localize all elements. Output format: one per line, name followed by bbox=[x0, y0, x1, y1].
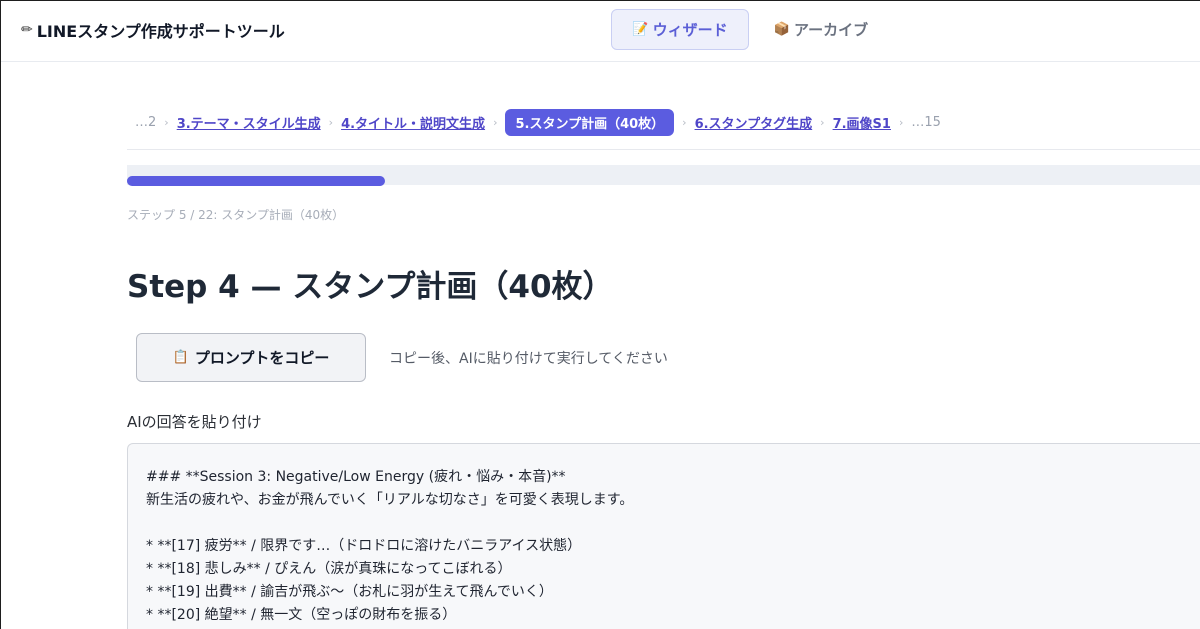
chevron-right-icon: › bbox=[820, 115, 825, 129]
chevron-right-icon: › bbox=[682, 115, 687, 129]
nav-wizard-label: ウィザード bbox=[652, 21, 728, 39]
breadcrumb-step-7[interactable]: 7.画像S1 bbox=[833, 113, 891, 132]
answer-field-label: AIの回答を貼り付け bbox=[127, 413, 262, 431]
top-bar: ✏ LINEスタンプ作成サポートツール 📝 ウィザード 📦 アーカイブ bbox=[1, 1, 1200, 62]
pencil-icon: ✏ bbox=[21, 22, 33, 38]
progress-fill bbox=[127, 176, 385, 186]
answer-line bbox=[146, 512, 1198, 535]
chevron-right-icon: › bbox=[493, 115, 498, 129]
app-title: ✏ LINEスタンプ作成サポートツール bbox=[21, 18, 285, 42]
package-icon: 📦 bbox=[773, 22, 791, 37]
nav-archive-label: アーカイブ bbox=[794, 21, 869, 39]
breadcrumb-step-6[interactable]: 6.スタンプタグ生成 bbox=[695, 113, 813, 132]
copy-hint-text: コピー後、AIに貼り付けて実行してください bbox=[389, 351, 668, 367]
answer-line: * **[18] 悲しみ** / ぴえん（涙が真珠になってこぼれる） bbox=[146, 561, 512, 577]
memo-icon: 📝 bbox=[632, 22, 649, 37]
breadcrumb-ellipsis-end: …15 bbox=[911, 114, 941, 130]
clipboard-icon: 📋 bbox=[172, 350, 189, 365]
chevron-right-icon: › bbox=[164, 115, 169, 129]
answer-line: 新生活の疲れや、お金が飛んでいく「リアルな切なさ」を可愛く表現します。 bbox=[146, 492, 634, 508]
app-window: ✏ LINEスタンプ作成サポートツール 📝 ウィザード 📦 アーカイブ …2 ›… bbox=[0, 0, 1200, 629]
nav-wizard-button[interactable]: 📝 ウィザード bbox=[611, 9, 749, 50]
breadcrumb-step-3[interactable]: 3.テーマ・スタイル生成 bbox=[177, 113, 321, 132]
nav-archive-button[interactable]: 📦 アーカイブ bbox=[761, 9, 881, 50]
answer-line: ### **Session 3: Negative/Low Energy (疲れ… bbox=[146, 469, 566, 485]
app-title-text: LINEスタンプ作成サポートツール bbox=[36, 22, 285, 41]
answer-line: * **[20] 絶望** / 無一文（空っぽの財布を振る） bbox=[146, 607, 457, 623]
answer-textarea[interactable]: ### **Session 3: Negative/Low Energy (疲れ… bbox=[127, 443, 1200, 629]
chevron-right-icon: › bbox=[898, 115, 904, 129]
answer-line: * **[19] 出費** / 諭吉が飛ぶ〜（お札に羽が生えて飛んでいく） bbox=[146, 584, 553, 600]
answer-line: * **[17] 疲労** / 限界です…（ドロドロに溶けたバニラアイス状態） bbox=[146, 538, 582, 554]
breadcrumb-ellipsis-start: …2 bbox=[135, 114, 157, 130]
breadcrumb-step-5-current[interactable]: 5.スタンプ計画（40枚） bbox=[505, 108, 675, 136]
page-title: Step 4 — スタンプ計画（40枚） bbox=[127, 269, 614, 305]
divider bbox=[127, 149, 1200, 150]
copy-prompt-button[interactable]: 📋 プロンプトをコピー bbox=[136, 333, 366, 382]
step-breadcrumb: …2 › 3.テーマ・スタイル生成 › 4.タイトル・説明文生成 › 5.スタン… bbox=[135, 108, 941, 136]
chevron-right-icon: › bbox=[328, 115, 334, 129]
breadcrumb-step-4[interactable]: 4.タイトル・説明文生成 bbox=[341, 113, 485, 132]
copy-prompt-label: プロンプトをコピー bbox=[194, 349, 330, 367]
step-counter-label: ステップ 5 / 22: スタンプ計画（40枚） bbox=[127, 208, 345, 222]
